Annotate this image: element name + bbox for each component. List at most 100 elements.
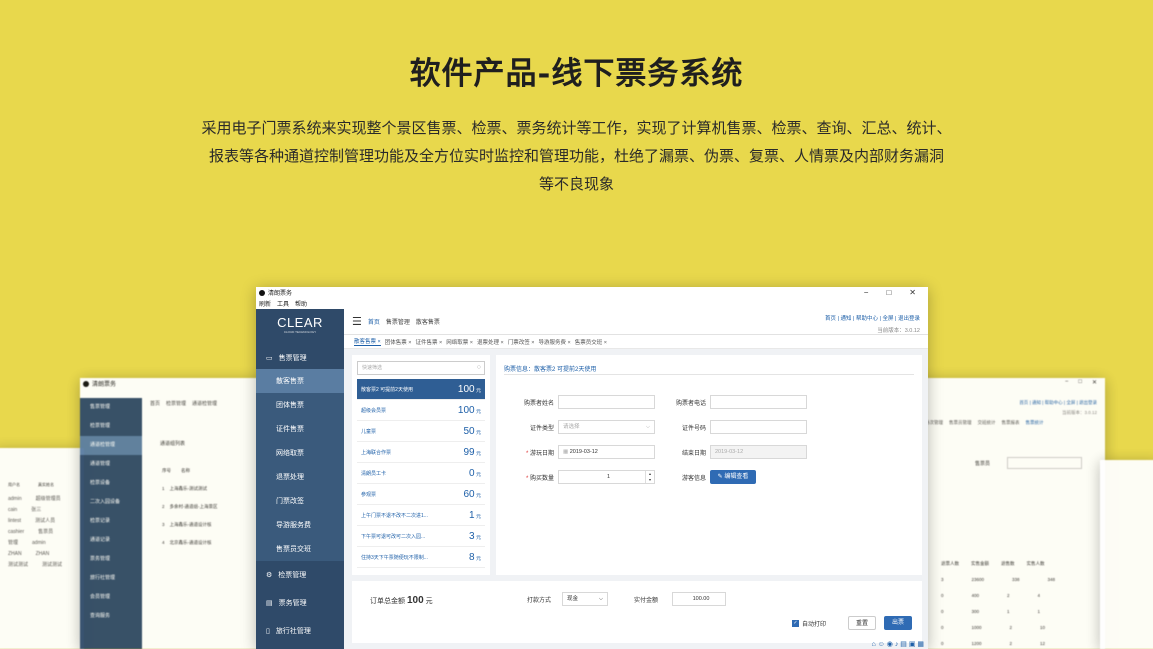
tab-group-sale[interactable]: 团体售票 × (385, 338, 412, 346)
visit-date-label: * 游玩日期 (525, 451, 554, 457)
ticket-item[interactable]: 参观票 60 元 (357, 484, 485, 505)
sidebar-item[interactable]: 查询服务 (80, 607, 142, 626)
buyer-name-input[interactable] (558, 395, 655, 409)
maximize-icon[interactable]: □ (1078, 379, 1082, 386)
id-type-label: 证件类型 (529, 426, 554, 432)
sidebar-section-ticketing[interactable]: ▭ 售票管理 (256, 347, 344, 369)
sidebar-item-group-sale[interactable]: 团体售票 (256, 393, 344, 417)
tab-reschedule[interactable]: 门票改签 × (508, 338, 535, 346)
table-row[interactable]: cashier 售票员 (8, 527, 82, 538)
sidebar-item[interactable]: 通道管理 (80, 455, 142, 474)
ticket-search-input[interactable]: 快速筛选 ○ (357, 361, 485, 375)
close-icon[interactable]: ✕ (1092, 379, 1097, 386)
hero-desc-line-3: 等不良现象 (538, 175, 614, 193)
sidebar-section-ticket-mgmt[interactable]: ▤ 票务管理 (256, 589, 344, 617)
table-row[interactable]: 3 上海鑫乐-通道设计核 (162, 516, 218, 534)
sidebar-item-retail-sale[interactable]: 散客售票 (256, 369, 344, 393)
quantity-stepper[interactable]: 1 ▴ ▾ (558, 470, 655, 484)
maximize-icon[interactable]: □ (886, 288, 891, 297)
sidebar-item[interactable]: 检票设备 (80, 474, 142, 493)
breadcrumb-ticketing[interactable]: 售票管理 (386, 317, 410, 326)
submit-ticket-button[interactable]: 出票 (884, 616, 912, 630)
sidebar-item[interactable]: 旅行社管理 (80, 569, 142, 588)
menu-refresh[interactable]: 刷新 (259, 299, 271, 308)
sidebar-item[interactable]: 售票管理 (80, 398, 142, 417)
table-row[interactable]: ZHAN ZHAN (8, 549, 82, 560)
ticket-item[interactable]: 超级会员票 100 元 (357, 400, 485, 421)
minimize-icon[interactable]: − (1065, 379, 1069, 386)
tab-id-sale[interactable]: 证件售票 × (416, 338, 443, 346)
gear-icon: ⚙ (266, 572, 273, 579)
close-icon[interactable]: ✕ (909, 288, 916, 297)
sidebar-item-reschedule[interactable]: 门票改签 (256, 489, 344, 513)
sidebar-item-online-pickup[interactable]: 网络取票 (256, 441, 344, 465)
tab-shift-handover[interactable]: 售票员交班 × (575, 338, 607, 346)
background-window-users: 用户名 真实姓名 admin 超级管理员 cain 张三 lintest 测试人员 c… (0, 448, 84, 649)
sidebar-item-shift-handover[interactable]: 售票员交班 (256, 537, 344, 561)
list-title: 通道组列表 (160, 441, 186, 447)
sidebar-section-check[interactable]: ⚙ 检票管理 (256, 561, 344, 589)
minimize-icon[interactable]: − (864, 288, 869, 297)
ticket-item[interactable]: 儿童票 50 元 (357, 421, 485, 442)
table-row[interactable]: 2 多余村-通道组-上海景区 (162, 498, 218, 516)
table-row[interactable]: 管理 admin (8, 538, 82, 549)
paid-amount-input[interactable]: 100.00 (672, 592, 726, 606)
bg-tabs: 场次管理 售票员管理 交班统计 售票报表 售票统计 (925, 420, 1044, 425)
auto-print-checkbox[interactable]: ✓ 自动打印 (792, 619, 826, 628)
app-name: 清朗票务 (92, 382, 117, 388)
ticket-item[interactable]: 上午门票不退不改不二次进1... 1 元 (357, 505, 485, 526)
table-row[interactable]: 测试测试 测试测试 (8, 560, 82, 571)
ticket-item[interactable]: 住持3天下午票随便玩不限制... 8 元 (357, 547, 485, 568)
table-row[interactable]: 4 北京鑫乐-通道设计核 (162, 534, 218, 552)
ticket-list-panel: 快速筛选 ○ 散客票2 可提前2天使用 100 元 超级会员票 100 元 儿童票 5… (352, 355, 490, 575)
sidebar-item[interactable]: 票务管理 (80, 550, 142, 569)
edit-view-button[interactable]: ✎ 编辑查看 (710, 470, 756, 484)
seller-filter-input[interactable] (1007, 457, 1082, 469)
sidebar-item-guide-fee[interactable]: 导游服务费 (256, 513, 344, 537)
sidebar-section-agency[interactable]: ▯ 旅行社管理 (256, 617, 344, 645)
visit-date-input[interactable]: ▦ 2019-03-12 (558, 445, 655, 459)
sidebar-item[interactable]: 二次入园设备 (80, 493, 142, 512)
sidebar-item-refund[interactable]: 退票处理 (256, 465, 344, 489)
ticket-item[interactable]: 散客票2 可提前2天使用 100 元 (357, 379, 485, 400)
buyer-phone-input[interactable] (710, 395, 807, 409)
tab-retail-sale[interactable]: 散客售票 × (354, 337, 381, 346)
tab-refund[interactable]: 退票处理 × (477, 338, 504, 346)
table-row: 0 400 2 4 (941, 593, 1041, 598)
stepper-arrows-icon[interactable]: ▴ ▾ (645, 471, 654, 483)
menu-help[interactable]: 帮助 (295, 299, 307, 308)
tab-guide-fee[interactable]: 导游服务费 × (539, 338, 571, 346)
ticket-item[interactable]: 上海联合作票 99 元 (357, 442, 485, 463)
ticket-item[interactable]: 下午票可退可改可二次入园... 3 元 (357, 526, 485, 547)
sidebar-item[interactable]: 检票记录 (80, 512, 142, 531)
reset-button[interactable]: 重置 (848, 616, 876, 630)
sidebar-item[interactable]: 通道记录 (80, 531, 142, 550)
window-controls: − □ ✕ (864, 288, 916, 297)
end-date-label: 结束日期 (681, 451, 706, 457)
sidebar-item[interactable]: 检票管理 (80, 417, 142, 436)
id-type-select[interactable]: 请选择 ⌵ (558, 420, 655, 434)
table-row[interactable]: admin 超级管理员 (8, 494, 82, 505)
document-icon: ▯ (266, 628, 270, 635)
tab-online-pickup[interactable]: 网络取票 × (446, 338, 473, 346)
menu-tools[interactable]: 工具 (277, 299, 289, 308)
menu-toggle-icon[interactable]: ☰ (352, 315, 362, 328)
table-row: 3 23600 338 348 (941, 577, 1056, 582)
breadcrumb-current: 散客售票 (415, 320, 440, 326)
breadcrumb-home[interactable]: 首页 (368, 317, 380, 326)
table-row[interactable]: lintest 测试人员 (8, 516, 82, 527)
ticket-icon: ▭ (266, 355, 273, 362)
payment-method-select[interactable]: 现金 ⌵ (562, 592, 608, 606)
hero-desc-line-1: 采用电子门票系统来实现整个景区售票、检票、票务统计等工作，实现了计算机售票、检票… (201, 119, 952, 137)
table-row[interactable]: cain 张三 (8, 505, 82, 516)
id-no-input[interactable] (710, 420, 807, 434)
sidebar-item-id-sale[interactable]: 证件售票 (256, 417, 344, 441)
table-row[interactable]: 1 上海鑫乐-测试测试 (162, 480, 218, 498)
sidebar-item-active[interactable]: 通道检管理 (80, 436, 142, 455)
header-links[interactable]: 首页 | 通知 | 帮助中心 | 全屏 | 退出登录 (825, 313, 920, 325)
window-titlebar: 清朗票务 − □ ✕ (256, 287, 928, 298)
system-tray-icons: ⌂ ☺ ◉ ♪ ▤ ▣ ▦ (871, 641, 925, 648)
sidebar-item[interactable]: 会员管理 (80, 588, 142, 607)
gate-group-list: 序号 名称 1 上海鑫乐-测试测试 2 多余村-通道组-上海景区 3 上海鑫乐-通… (162, 462, 218, 552)
ticket-item[interactable]: 清朗员工卡 0 元 (357, 463, 485, 484)
